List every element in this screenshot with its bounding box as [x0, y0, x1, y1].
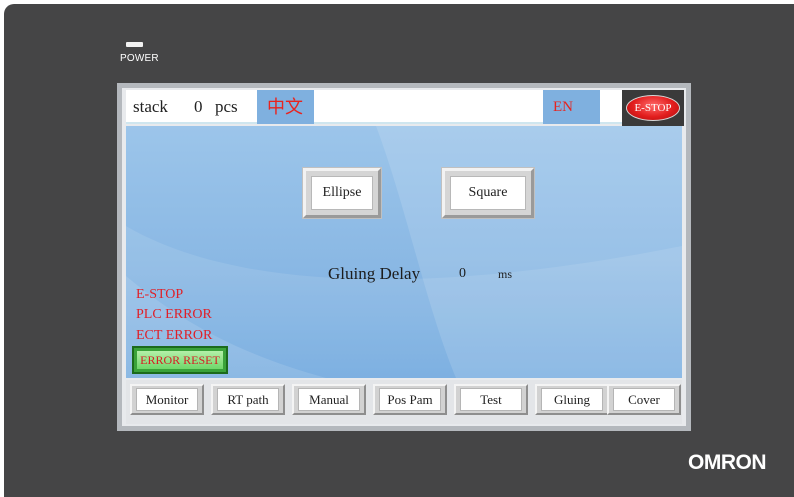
plc-error-text: PLC ERROR: [136, 307, 212, 322]
nav-test-button[interactable]: Test: [454, 384, 528, 415]
error-reset-label: ERROR RESET: [137, 351, 223, 369]
nav-rt-path-label: RT path: [217, 388, 279, 411]
ellipse-button[interactable]: Ellipse: [303, 168, 381, 218]
nav-manual-label: Manual: [298, 388, 360, 411]
nav-monitor-label: Monitor: [136, 388, 198, 411]
gluing-delay-value[interactable]: 0: [459, 266, 466, 282]
estop-label: E-STOP: [626, 95, 680, 121]
power-label: POWER: [120, 53, 159, 64]
nav-manual-button[interactable]: Manual: [292, 384, 366, 415]
nav-gluing-button[interactable]: Gluing: [535, 384, 609, 415]
nav-pos-pam-label: Pos Pam: [379, 388, 441, 411]
nav-test-label: Test: [460, 388, 522, 411]
nav-rt-path-button[interactable]: RT path: [211, 384, 285, 415]
gluing-delay-unit: ms: [498, 267, 513, 281]
bottom-nav-bar: Monitor RT path Manual Pos Pam Test Glui…: [126, 380, 682, 424]
ect-error-text: ECT ERROR: [136, 328, 213, 343]
estop-error-text: E-STOP: [136, 287, 184, 302]
main-panel: Ellipse Square Gluing Delay 0 ms E-STOP …: [126, 126, 682, 378]
power-indicator-led: [126, 42, 143, 47]
gluing-delay-label: Gluing Delay: [328, 264, 421, 283]
language-chinese-button[interactable]: 中文: [257, 90, 314, 124]
ellipse-button-label: Ellipse: [311, 176, 373, 210]
error-reset-button[interactable]: ERROR RESET: [132, 346, 228, 374]
stack-unit: pcs: [215, 97, 238, 116]
estop-button[interactable]: E-STOP: [622, 90, 684, 126]
top-bar: stack 0 pcs 中文 EN E-STOP: [126, 90, 684, 126]
nav-cover-label: Cover: [613, 388, 675, 411]
square-button-label: Square: [450, 176, 526, 210]
stack-count: 0: [194, 97, 203, 116]
nav-cover-button[interactable]: Cover: [607, 384, 681, 415]
nav-monitor-button[interactable]: Monitor: [130, 384, 204, 415]
language-english-button[interactable]: EN: [543, 90, 600, 124]
brand-logo: OMRON: [688, 451, 767, 474]
square-button[interactable]: Square: [442, 168, 534, 218]
stack-label: stack: [133, 97, 168, 116]
hmi-screen: stack 0 pcs 中文 EN E-STOP Ellipse Square …: [122, 88, 686, 426]
nav-pos-pam-button[interactable]: Pos Pam: [373, 384, 447, 415]
nav-gluing-label: Gluing: [541, 388, 603, 411]
